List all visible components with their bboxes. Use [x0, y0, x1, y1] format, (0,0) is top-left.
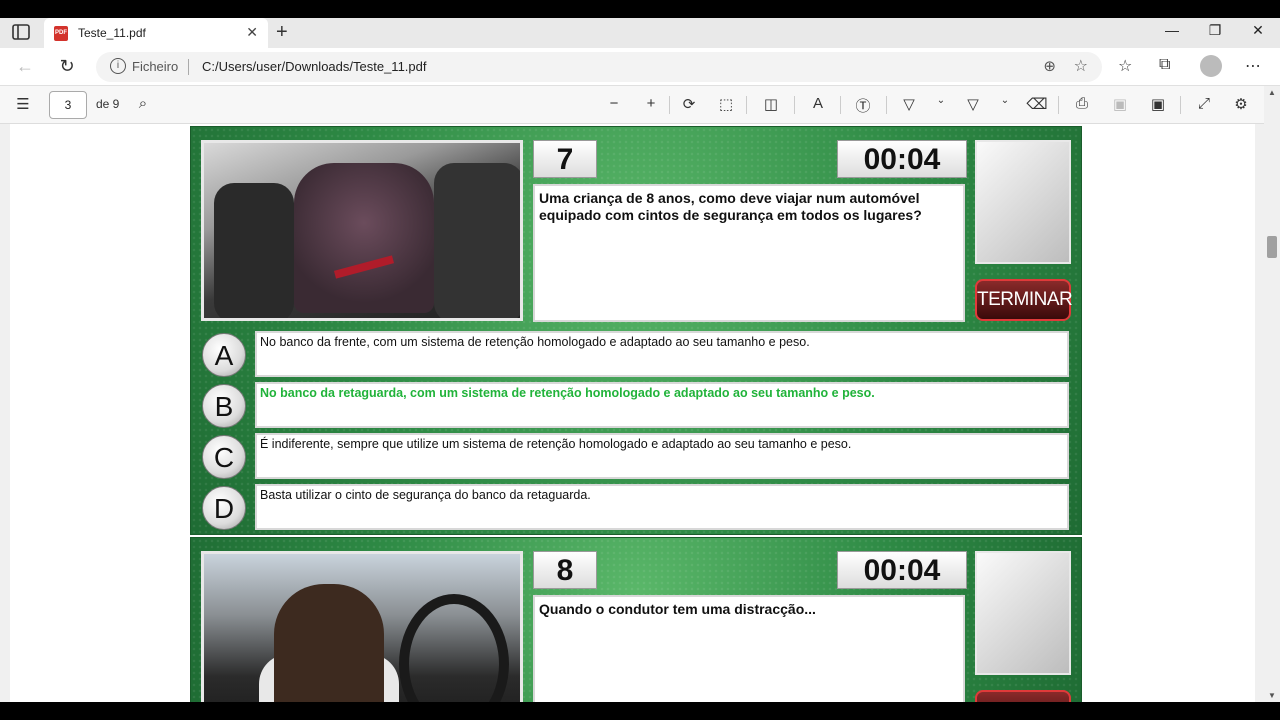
new-tab-button[interactable]: + [276, 21, 288, 44]
profile-avatar[interactable] [1200, 55, 1222, 77]
toolbar-divider [886, 96, 887, 114]
driver-image [274, 584, 384, 702]
tab-pdf[interactable]: PDF Teste_11.pdf ✕ [44, 18, 268, 48]
tab-close-button[interactable]: ✕ [246, 24, 258, 41]
page-number-input[interactable]: 3 [49, 91, 87, 119]
question-photo [201, 551, 523, 702]
save-as-icon[interactable]: ▣ [1147, 95, 1169, 113]
pdf-viewer: 7 00:04 Uma criança de 8 anos, como deve… [0, 124, 1264, 702]
erase-icon[interactable]: ⌫ [1026, 95, 1048, 113]
toolbar-divider [669, 96, 670, 114]
end-button[interactable] [975, 690, 1071, 702]
highlight-icon[interactable]: ▽ [962, 95, 984, 113]
question-timer: 00:04 [837, 551, 967, 589]
protocol-label: Ficheiro [132, 59, 179, 74]
question-photo [201, 140, 523, 321]
settings-icon[interactable]: ⚙ [1230, 95, 1252, 113]
option-c-text[interactable]: É indiferente, sempre que utilize um sis… [255, 433, 1069, 479]
option-d-text[interactable]: Basta utilizar o cinto de segurança do b… [255, 484, 1069, 530]
bottom-bar [0, 702, 1280, 720]
scroll-up-icon[interactable]: ▲ [1268, 88, 1276, 97]
question-text: Uma criança de 8 anos, como deve viajar … [533, 184, 965, 322]
fullscreen-icon[interactable]: ⤢ [1193, 95, 1215, 112]
tab-actions-icon[interactable] [12, 24, 32, 42]
option-c-letter[interactable]: C [202, 435, 246, 479]
question-timer: 00:04 [837, 140, 967, 178]
pdf-toolbar: ☰ 3 de 9 ⌕ − + ⟳ ⬚ ◫ A Ⓣ ▽ ⌄ ▽ ⌄ ⌫ ⎙ ▣ ▣… [0, 86, 1280, 124]
zoom-in-icon[interactable]: + [640, 95, 662, 112]
scrollbar-thumb[interactable] [1267, 236, 1277, 258]
contents-icon[interactable]: ☰ [12, 95, 34, 113]
refresh-icon[interactable]: ↻ [56, 56, 78, 77]
restore-icon[interactable]: ❐ [1205, 22, 1225, 39]
question-number: 7 [533, 140, 597, 178]
option-a-letter[interactable]: A [202, 333, 246, 377]
fit-page-icon[interactable]: ⬚ [715, 95, 737, 113]
question-card-8: 8 00:04 Quando o condutor tem uma distra… [190, 537, 1082, 702]
question-number: 8 [533, 551, 597, 589]
zoom-out-icon[interactable]: − [603, 95, 625, 112]
url-text[interactable]: C:/Users/user/Downloads/Teste_11.pdf [202, 59, 426, 74]
browser-titlebar: PDF Teste_11.pdf ✕ + — ❐ ✕ [0, 18, 1280, 48]
read-aloud-icon[interactable]: A [807, 95, 829, 112]
side-panel [975, 140, 1071, 264]
vertical-scrollbar[interactable]: ▲ ▼ [1264, 86, 1280, 702]
print-icon[interactable]: ⎙ [1071, 95, 1093, 112]
more-menu-icon[interactable]: ⋯ [1245, 56, 1261, 76]
window-close-icon[interactable]: ✕ [1248, 22, 1268, 39]
side-panel [975, 551, 1071, 675]
find-icon[interactable]: ⌕ [132, 95, 154, 112]
back-icon[interactable]: ← [14, 56, 36, 77]
option-b-text[interactable]: No banco da retaguarda, com um sistema d… [255, 382, 1069, 428]
child-seat-image [294, 163, 434, 313]
page-view-icon[interactable]: ◫ [760, 95, 782, 113]
omnibox[interactable]: i Ficheiro C:/Users/user/Downloads/Teste… [96, 52, 1102, 82]
add-favorite-icon[interactable]: ☆ [1074, 56, 1088, 76]
omnibox-divider [188, 59, 189, 75]
toolbar-divider [1180, 96, 1181, 114]
draw-options-chevron-icon[interactable]: ⌄ [930, 95, 952, 106]
zoom-icon[interactable]: ⊕ [1043, 57, 1056, 75]
toolbar-divider [746, 96, 747, 114]
option-b-letter[interactable]: B [202, 384, 246, 428]
highlight-options-chevron-icon[interactable]: ⌄ [994, 95, 1016, 106]
save-icon[interactable]: ▣ [1109, 95, 1131, 113]
collections-icon[interactable]: ⧉ [1159, 56, 1170, 74]
toolbar-divider [794, 96, 795, 114]
info-icon[interactable]: i [110, 58, 126, 74]
scroll-down-icon[interactable]: ▼ [1268, 691, 1276, 700]
add-text-icon[interactable]: Ⓣ [852, 95, 874, 116]
question-text: Quando o condutor tem uma distracção... [533, 595, 965, 702]
favorites-icon[interactable]: ☆ [1118, 56, 1132, 76]
minimize-icon[interactable]: — [1162, 22, 1182, 38]
option-a-text[interactable]: No banco da frente, com um sistema de re… [255, 331, 1069, 377]
tab-title: Teste_11.pdf [78, 26, 146, 40]
draw-icon[interactable]: ▽ [898, 95, 920, 113]
rotate-icon[interactable]: ⟳ [678, 95, 700, 113]
page-total-label: de 9 [96, 97, 120, 111]
toolbar-divider [1058, 96, 1059, 114]
screen: PDF Teste_11.pdf ✕ + — ❐ ✕ ← ↻ i Ficheir… [0, 0, 1280, 720]
pdf-file-icon: PDF [54, 26, 68, 41]
pdf-page: 7 00:04 Uma criança de 8 anos, como deve… [10, 124, 1255, 702]
toolbar-divider [840, 96, 841, 114]
question-card-7: 7 00:04 Uma criança de 8 anos, como deve… [190, 126, 1082, 535]
address-bar: ← ↻ i Ficheiro C:/Users/user/Downloads/T… [0, 48, 1280, 86]
end-button[interactable]: TERMINAR [975, 279, 1073, 321]
option-d-letter[interactable]: D [202, 486, 246, 530]
